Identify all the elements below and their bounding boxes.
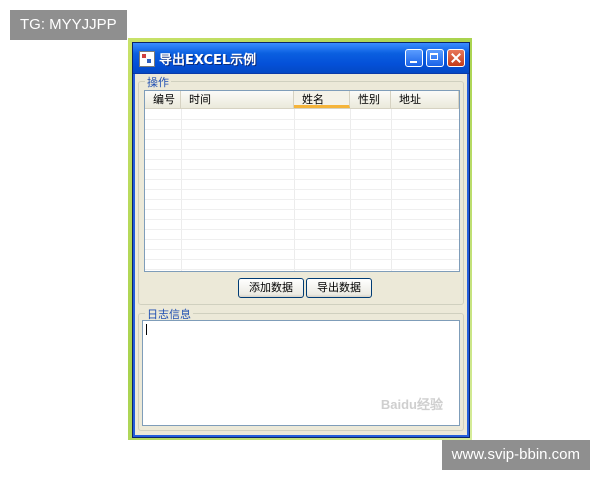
text-caret (146, 324, 147, 335)
close-icon[interactable] (447, 49, 465, 67)
add-data-button[interactable]: 添加数据 (238, 278, 304, 298)
log-textbox[interactable]: Baidu经验 (142, 320, 460, 426)
minimize-icon[interactable] (405, 49, 423, 67)
grid-header: 编号 时间 姓名 性别 地址 (145, 91, 459, 109)
operations-groupbox: 操作 编号 时间 姓名 性别 地址 添加数据 导出数据 (138, 74, 464, 305)
log-groupbox: 日志信息 Baidu经验 (138, 306, 464, 431)
column-header-id[interactable]: 编号 (145, 91, 181, 108)
watermark: Baidu经验 (380, 397, 443, 412)
grid-row-line (145, 169, 459, 170)
grid-row-line (145, 189, 459, 190)
grid-row-line (145, 199, 459, 200)
grid-row-line (145, 249, 459, 250)
grid-column-line (294, 109, 295, 271)
grid-body[interactable] (145, 109, 459, 271)
app-window-icon[interactable] (139, 51, 155, 67)
column-header-time[interactable]: 时间 (181, 91, 294, 108)
column-header-gender[interactable]: 性别 (350, 91, 391, 108)
data-grid[interactable]: 编号 时间 姓名 性别 地址 (144, 90, 460, 272)
title-bar[interactable]: 导出EXCEL示例 (133, 43, 469, 74)
app-window: 导出EXCEL示例 操作 编号 时间 姓名 性别 地址 添加数据 导出数据 日志 (132, 42, 470, 438)
grid-row-line (145, 119, 459, 120)
overlay-tag-bottom-right: www.svip-bbin.com (441, 440, 590, 470)
grid-row-line (145, 219, 459, 220)
grid-row-line (145, 259, 459, 260)
window-title: 导出EXCEL示例 (159, 53, 257, 68)
export-data-button[interactable]: 导出数据 (306, 278, 372, 298)
grid-row-line (145, 129, 459, 130)
grid-row-line (145, 139, 459, 140)
operations-group-label: 操作 (145, 74, 171, 90)
grid-row-line (145, 209, 459, 210)
grid-column-line (350, 109, 351, 271)
grid-row-line (145, 239, 459, 240)
grid-row-line (145, 179, 459, 180)
screenshot-canvas: TG: MYYJJPP 导出EXCEL示例 操作 编号 时间 姓名 性别 地址 (0, 0, 600, 480)
maximize-icon[interactable] (426, 49, 444, 67)
grid-row-line (145, 269, 459, 270)
grid-row-line (145, 149, 459, 150)
grid-row-line (145, 159, 459, 160)
grid-column-line (181, 109, 182, 271)
grid-row-line (145, 229, 459, 230)
overlay-tag-top-left: TG: MYYJJPP (10, 10, 127, 40)
column-header-name[interactable]: 姓名 (294, 91, 350, 108)
grid-column-line (391, 109, 392, 271)
column-header-address[interactable]: 地址 (391, 91, 459, 108)
